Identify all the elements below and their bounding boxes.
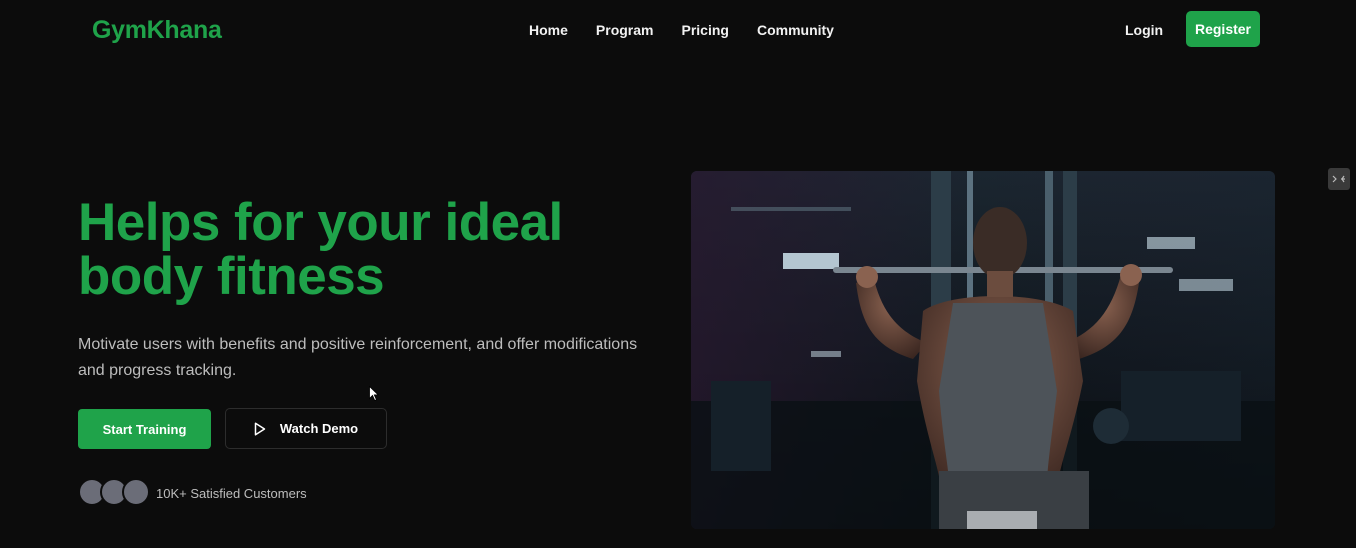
hero-title-line1: Helps for your ideal xyxy=(78,193,563,252)
hero-image xyxy=(691,171,1275,529)
mouse-pointer-icon xyxy=(369,386,379,402)
gym-photo-illustration xyxy=(691,171,1275,529)
code-panel-icon[interactable] xyxy=(1328,168,1350,190)
play-icon xyxy=(254,421,266,436)
logo[interactable]: GymKhana xyxy=(92,16,222,45)
watch-demo-button[interactable]: Watch Demo xyxy=(225,408,387,449)
customers-count: 10K+ Satisfied Customers xyxy=(156,486,307,501)
hero-title-line2: body fitness xyxy=(78,247,385,306)
nav-link-pricing[interactable]: Pricing xyxy=(681,22,728,38)
hero-subtitle: Motivate users with benefits and positiv… xyxy=(78,336,638,379)
code-panel-glyph xyxy=(1332,175,1345,183)
register-button[interactable]: Register xyxy=(1186,11,1260,47)
nav-link-program[interactable]: Program xyxy=(596,22,654,38)
start-training-button[interactable]: Start Training xyxy=(78,409,211,449)
hero-title: Helps for your ideal body fitness xyxy=(78,196,658,304)
watch-demo-label: Watch Demo xyxy=(279,421,359,436)
nav-link-home[interactable]: Home xyxy=(529,22,568,38)
nav-links: Home Program Pricing Community xyxy=(529,22,834,38)
nav-link-community[interactable]: Community xyxy=(757,22,834,38)
avatar xyxy=(122,478,150,506)
navbar: GymKhana Home Program Pricing Community … xyxy=(0,0,1356,62)
login-link[interactable]: Login xyxy=(1125,22,1163,38)
customer-avatars xyxy=(78,478,153,506)
